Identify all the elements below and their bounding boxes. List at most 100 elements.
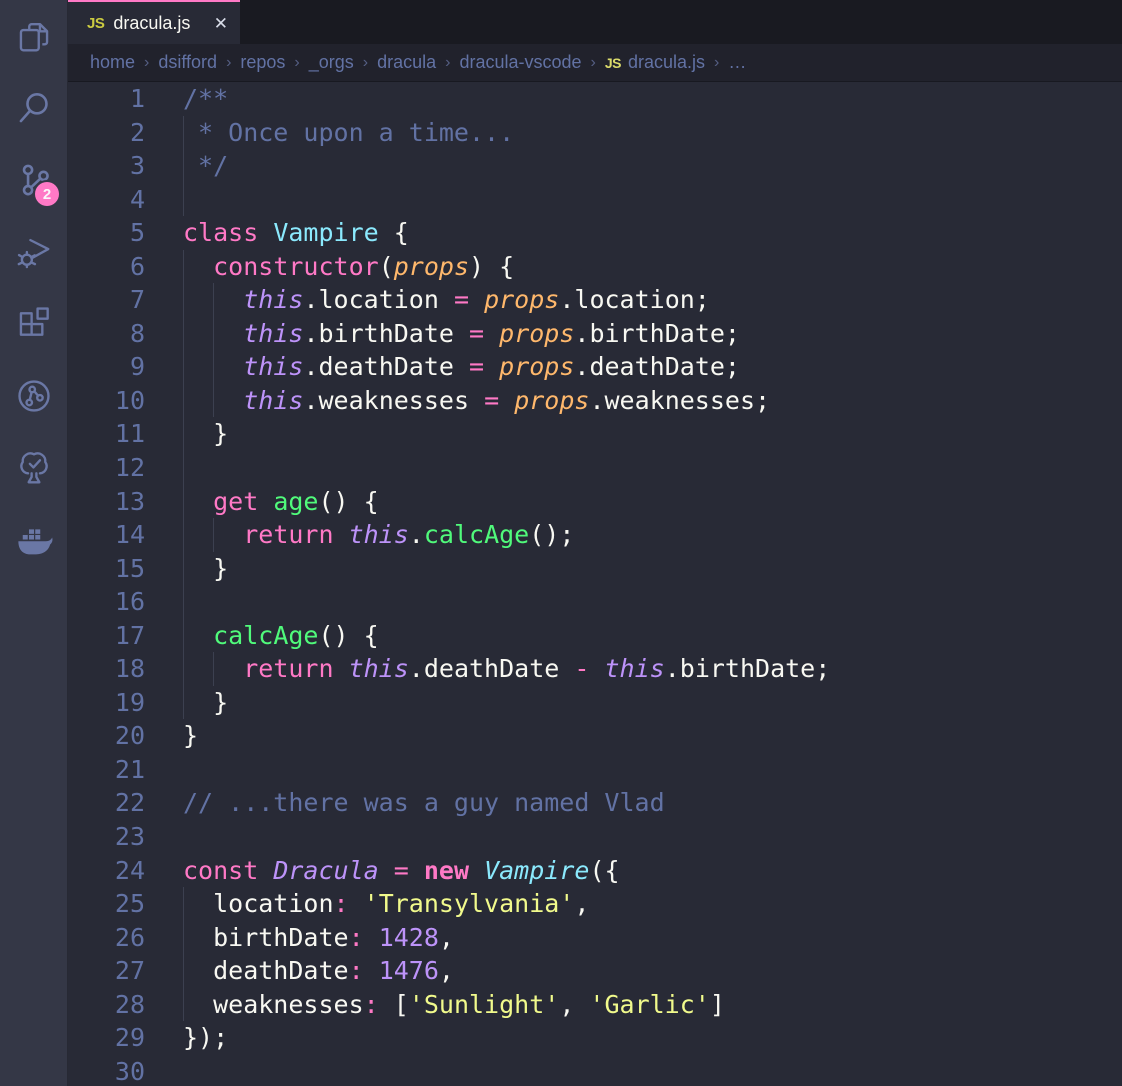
breadcrumb-item[interactable]: … (728, 52, 746, 73)
line-number[interactable]: 29 (68, 1021, 145, 1055)
breadcrumb-label: dracula-vscode (459, 52, 581, 72)
line-number[interactable]: 20 (68, 719, 145, 753)
code-line-content[interactable] (183, 585, 1122, 619)
code-line-content[interactable]: calcAge() { (183, 619, 1122, 653)
code-token: const (183, 856, 273, 885)
line-number[interactable]: 9 (68, 350, 145, 384)
line-number[interactable]: 16 (68, 585, 145, 619)
code-line-content[interactable]: weaknesses: ['Sunlight', 'Garlic'] (183, 988, 1122, 1022)
code-line-content[interactable]: }); (183, 1021, 1122, 1055)
sidebar-item-source-control[interactable]: 2 (0, 144, 67, 216)
code-line-content[interactable]: this.location = props.location; (183, 283, 1122, 317)
line-number[interactable]: 22 (68, 786, 145, 820)
sidebar-item-explorer[interactable] (0, 0, 67, 72)
indent-guide (183, 116, 184, 150)
sidebar-item-run-debug[interactable] (0, 216, 67, 288)
sidebar-item-git-graph[interactable] (0, 360, 67, 432)
line-number[interactable]: 3 (68, 149, 145, 183)
code-line-content[interactable]: // ...there was a guy named Vlad (183, 786, 1122, 820)
code-token: } (183, 419, 228, 448)
code-line-content[interactable]: } (183, 719, 1122, 753)
line-number[interactable]: 18 (68, 652, 145, 686)
code-line-content[interactable]: */ (183, 149, 1122, 183)
code-line-content[interactable]: birthDate: 1428, (183, 921, 1122, 955)
line-number[interactable]: 4 (68, 183, 145, 217)
indent-guide (213, 317, 214, 351)
line-number[interactable]: 25 (68, 887, 145, 921)
breadcrumb-item[interactable]: _orgs (309, 52, 354, 73)
code-line-content[interactable]: } (183, 417, 1122, 451)
line-number[interactable]: 27 (68, 954, 145, 988)
line-number[interactable]: 26 (68, 921, 145, 955)
line-number[interactable]: 21 (68, 753, 145, 787)
sidebar-item-tree[interactable] (0, 432, 67, 504)
code-line-content[interactable]: const Dracula = new Vampire({ (183, 854, 1122, 888)
code-line-content[interactable]: this.deathDate = props.deathDate; (183, 350, 1122, 384)
code-line-content[interactable] (183, 753, 1122, 787)
line-number[interactable]: 12 (68, 451, 145, 485)
code-line-content[interactable]: this.weaknesses = props.weaknesses; (183, 384, 1122, 418)
code-token: 1428 (379, 923, 439, 952)
line-number[interactable]: 2 (68, 116, 145, 150)
code-line-content[interactable]: class Vampire { (183, 216, 1122, 250)
line-number[interactable]: 17 (68, 619, 145, 653)
line-number[interactable]: 24 (68, 854, 145, 888)
code-line: 10 this.weaknesses = props.weaknesses; (68, 384, 1122, 418)
indent-guide (183, 149, 184, 183)
line-number[interactable]: 6 (68, 250, 145, 284)
breadcrumb-item[interactable]: dsifford (158, 52, 217, 73)
code-token (589, 654, 604, 683)
code-token: */ (183, 151, 228, 180)
line-number[interactable]: 7 (68, 283, 145, 317)
breadcrumb-item[interactable]: home (90, 52, 135, 73)
code-line: 17 calcAge() { (68, 619, 1122, 653)
indent-guide (183, 350, 184, 384)
line-number[interactable]: 13 (68, 485, 145, 519)
code-line-content[interactable]: /** (183, 82, 1122, 116)
breadcrumb-item[interactable]: dracula (377, 52, 436, 73)
code-line-content[interactable]: constructor(props) { (183, 250, 1122, 284)
line-number[interactable]: 30 (68, 1055, 145, 1086)
line-number[interactable]: 10 (68, 384, 145, 418)
line-number[interactable]: 5 (68, 216, 145, 250)
code-line-content[interactable]: this.birthDate = props.birthDate; (183, 317, 1122, 351)
line-number[interactable]: 11 (68, 417, 145, 451)
code-token: : (334, 889, 349, 918)
breadcrumb-item[interactable]: repos (240, 52, 285, 73)
breadcrumb-separator-icon: › (144, 54, 149, 72)
code-token: : (349, 956, 364, 985)
tree-check-icon (15, 449, 53, 487)
code-line: 14 return this.calcAge(); (68, 518, 1122, 552)
sidebar-item-extensions[interactable] (0, 288, 67, 360)
code-line-content[interactable] (183, 451, 1122, 485)
tab-dracula-js[interactable]: JS dracula.js ✕ (68, 0, 240, 44)
sidebar-item-docker[interactable] (0, 504, 67, 576)
code-line-content[interactable]: return this.calcAge(); (183, 518, 1122, 552)
code-line-content[interactable]: } (183, 686, 1122, 720)
line-number[interactable]: 23 (68, 820, 145, 854)
breadcrumb-item[interactable]: dracula-vscode (459, 52, 581, 73)
code-line-content[interactable]: } (183, 552, 1122, 586)
line-number[interactable]: 28 (68, 988, 145, 1022)
code-line-content[interactable]: location: 'Transylvania', (183, 887, 1122, 921)
code-token: .birthDate; (574, 319, 740, 348)
sidebar-item-search[interactable] (0, 72, 67, 144)
breadcrumb-label: dracula.js (628, 52, 705, 72)
line-number[interactable]: 1 (68, 82, 145, 116)
code-line-content[interactable] (183, 820, 1122, 854)
code-token: location (183, 889, 334, 918)
line-number[interactable]: 14 (68, 518, 145, 552)
line-number[interactable]: 8 (68, 317, 145, 351)
code-line-content[interactable]: return this.deathDate - this.birthDate; (183, 652, 1122, 686)
line-number[interactable]: 19 (68, 686, 145, 720)
close-icon[interactable]: ✕ (214, 15, 228, 32)
line-number[interactable]: 15 (68, 552, 145, 586)
code-line-content[interactable] (183, 1055, 1122, 1086)
indent-guide (183, 485, 184, 519)
code-line-content[interactable]: deathDate: 1476, (183, 954, 1122, 988)
code-line-content[interactable] (183, 183, 1122, 217)
breadcrumb-item[interactable]: JSdracula.js (605, 52, 705, 73)
code-line-content[interactable]: * Once upon a time... (183, 116, 1122, 150)
code-line-content[interactable]: get age() { (183, 485, 1122, 519)
code-token: 'Garlic' (589, 990, 709, 1019)
